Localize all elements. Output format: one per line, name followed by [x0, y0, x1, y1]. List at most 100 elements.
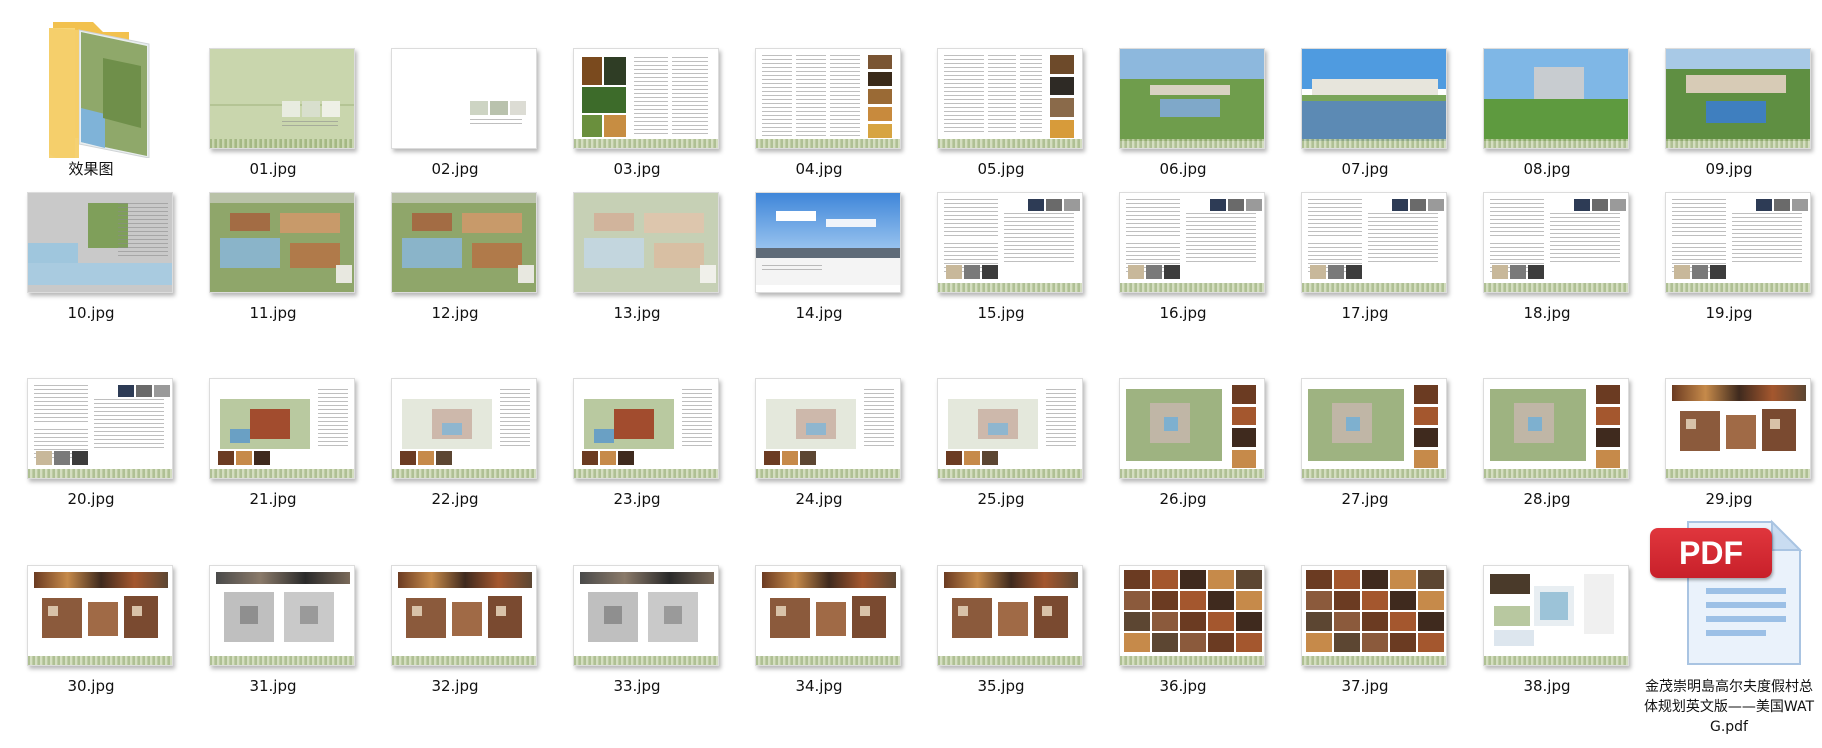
thumb-shape	[1490, 574, 1530, 594]
pdf-file-name: 金茂崇明島高尔夫度假村总体规划英文版——美国WATG.pdf	[1643, 679, 1815, 735]
thumb-shape	[1180, 570, 1206, 589]
thumb-shape	[1494, 606, 1530, 626]
thumb-grass-strip	[210, 656, 354, 665]
file-item[interactable]: 37.jpg	[1274, 0, 1456, 697]
thumb-shape	[1236, 633, 1262, 652]
thumb-shape	[1390, 570, 1416, 589]
file-thumbnail	[209, 565, 355, 666]
thumb-shape	[1390, 612, 1416, 631]
file-name: 38.jpg	[1523, 677, 1571, 695]
thumb-shape	[132, 606, 142, 616]
thumb-shape	[300, 606, 318, 624]
thumb-shape	[664, 606, 682, 624]
thumb-shape	[1124, 612, 1150, 631]
thumb-shape	[1418, 612, 1444, 631]
thumb-shape	[1124, 570, 1150, 589]
thumb-shape	[1418, 591, 1444, 610]
thumb-shape	[1494, 630, 1534, 646]
thumb-shape	[1334, 633, 1360, 652]
thumb-grass-strip	[1120, 656, 1264, 665]
thumb-shape	[1236, 612, 1262, 631]
thumb-shape	[1152, 633, 1178, 652]
file-name: 36.jpg	[1159, 677, 1207, 695]
file-thumbnail	[391, 565, 537, 666]
thumb-shape	[816, 602, 846, 636]
thumb-grass-strip	[392, 656, 536, 665]
thumb-shape	[412, 606, 422, 616]
thumb-shape	[1208, 633, 1234, 652]
file-thumbnail	[937, 565, 1083, 666]
thumb-shape	[34, 572, 168, 588]
file-name: 30.jpg	[67, 677, 115, 695]
thumb-grass-strip	[574, 656, 718, 665]
thumb-shape	[1362, 612, 1388, 631]
thumb-shape	[1042, 606, 1052, 616]
thumb-shape	[42, 598, 82, 638]
thumb-shape	[488, 596, 522, 638]
file-item[interactable]: 32.jpg	[364, 0, 546, 697]
thumb-grass-strip	[1302, 656, 1446, 665]
thumb-grass-strip	[28, 656, 172, 665]
thumb-shape	[762, 572, 896, 588]
thumb-shape	[496, 606, 506, 616]
thumb-shape	[1236, 591, 1262, 610]
file-thumbnail	[755, 565, 901, 666]
thumb-shape	[860, 606, 870, 616]
thumb-shape	[770, 598, 810, 638]
file-item[interactable]: 34.jpg	[728, 0, 910, 697]
file-item[interactable]: 38.jpg	[1456, 0, 1638, 697]
thumb-shape	[1334, 612, 1360, 631]
file-item[interactable]: 36.jpg	[1092, 0, 1274, 697]
thumb-shape	[604, 606, 622, 624]
thumb-shape	[1180, 612, 1206, 631]
thumb-shape	[1418, 633, 1444, 652]
file-item[interactable]: 35.jpg	[910, 0, 1092, 697]
thumb-shape	[1334, 570, 1360, 589]
thumb-shape	[1362, 591, 1388, 610]
thumb-shape	[944, 572, 1078, 588]
file-thumbnail	[1301, 565, 1447, 666]
thumb-shape	[1034, 596, 1068, 638]
pdf-badge: PDF	[1650, 528, 1772, 578]
thumb-shape	[1208, 570, 1234, 589]
file-name: 31.jpg	[249, 677, 297, 695]
thumb-shape	[1306, 591, 1332, 610]
thumb-shape	[1124, 591, 1150, 610]
thumb-shape	[1208, 612, 1234, 631]
file-thumbnail	[1483, 565, 1629, 666]
thumb-shape	[952, 598, 992, 638]
thumb-shape	[398, 572, 532, 588]
thumb-shape	[1306, 570, 1332, 589]
thumb-grass-strip	[1484, 656, 1628, 665]
thumb-shape	[1124, 633, 1150, 652]
thumb-shape	[1362, 633, 1388, 652]
file-item[interactable]: 31.jpg	[182, 0, 364, 697]
thumb-shape	[406, 598, 446, 638]
file-thumbnail	[27, 565, 173, 666]
thumb-shape	[958, 606, 968, 616]
thumb-shape	[88, 602, 118, 636]
file-item[interactable]: 33.jpg	[546, 0, 728, 697]
thumb-shape	[998, 602, 1028, 636]
thumb-shape	[776, 606, 786, 616]
thumb-shape	[1418, 570, 1444, 589]
thumb-shape	[1152, 570, 1178, 589]
thumb-shape	[1584, 574, 1614, 634]
thumb-shape	[1208, 591, 1234, 610]
pdf-file-item[interactable]: PDF 金茂崇明島高尔夫度假村总体规划英文版——美国WATG.pdf	[1638, 0, 1820, 740]
thumb-shape	[1180, 633, 1206, 652]
thumb-shape	[1362, 570, 1388, 589]
thumb-shape	[1390, 633, 1416, 652]
thumb-shape	[580, 572, 714, 584]
thumb-shape	[48, 606, 58, 616]
file-item[interactable]: 30.jpg	[0, 0, 182, 697]
thumb-shape	[1306, 633, 1332, 652]
thumb-shape	[1306, 612, 1332, 631]
file-name: 34.jpg	[795, 677, 843, 695]
thumb-grass-strip	[938, 656, 1082, 665]
thumb-shape	[452, 602, 482, 636]
file-name: 33.jpg	[613, 677, 661, 695]
file-thumbnail	[1119, 565, 1265, 666]
thumb-shape	[1152, 591, 1178, 610]
thumb-shape	[240, 606, 258, 624]
